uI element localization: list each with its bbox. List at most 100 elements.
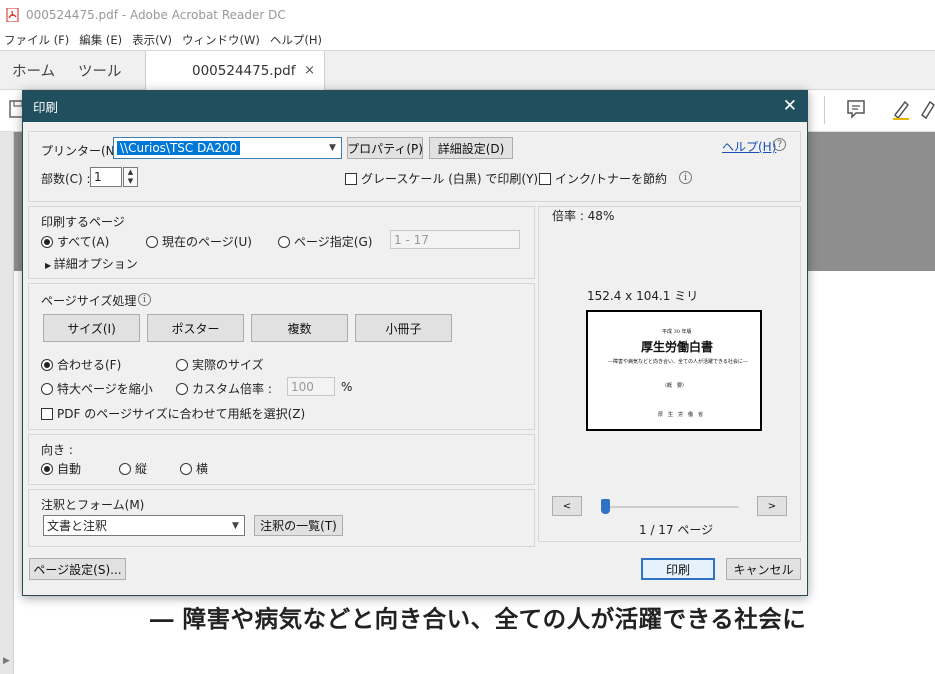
pages-current-radio[interactable]: 現在のページ(U): [146, 233, 252, 250]
preview-page-counter: 1 / 17 ページ: [639, 523, 714, 537]
print-button[interactable]: 印刷: [641, 558, 715, 580]
custom-scale-input[interactable]: 100: [287, 377, 335, 396]
choose-paper-label: PDF のページサイズに合わせて用紙を選択(Z): [57, 407, 306, 421]
printer-selected-value: \\Curios\TSC DA200: [117, 141, 241, 155]
page-range-input[interactable]: 1 - 17: [390, 230, 520, 249]
grayscale-checkbox[interactable]: グレースケール (白黒) で印刷(Y): [345, 170, 538, 187]
comments-forms-heading: 注釈とフォーム(M): [41, 498, 145, 512]
pages-to-print-panel: 印刷するページ すべて(A) 現在のページ(U) ページ指定(G) 1 - 17…: [28, 206, 535, 279]
more-options-label: 詳細オプション: [53, 257, 138, 271]
preview-summary: （概 要）: [662, 383, 688, 389]
comment-icon[interactable]: [845, 98, 867, 120]
copies-label: 部数(C) :: [41, 172, 91, 186]
stepper-up-icon[interactable]: ▲: [124, 168, 137, 177]
radio-dot: [176, 382, 188, 395]
printer-advanced-button[interactable]: 詳細設定(D): [429, 137, 513, 159]
preview-slider-track[interactable]: [601, 506, 739, 508]
chevron-down-icon: ▼: [329, 143, 336, 153]
save-ink-label: インク/トナーを節約: [555, 172, 668, 186]
preview-next-button[interactable]: >: [757, 496, 787, 516]
pages-specify-radio[interactable]: ページ指定(G): [278, 233, 372, 250]
chevron-down-icon: ▼: [232, 520, 239, 531]
preview-panel: 倍率 : 48% 152.4 x 104.1 ミリ 平成 30 年版 厚生労働白…: [538, 206, 801, 542]
checkbox-box: [345, 172, 357, 185]
acrobat-pdf-icon: [6, 8, 19, 22]
preview-dimensions: 152.4 x 104.1 ミリ: [587, 289, 699, 303]
copies-stepper[interactable]: ▲ ▼: [123, 167, 138, 187]
print-dialog-title: 印刷: [33, 100, 59, 115]
highlight-pen-icon[interactable]: [890, 98, 912, 120]
preview-subtitle: ―障害や病気などと向き合い、全ての人が活躍できる社会に―: [608, 359, 748, 365]
menu-edit[interactable]: 編集 (E): [75, 32, 128, 48]
shrink-radio[interactable]: 特大ページを縮小: [41, 380, 153, 397]
orientation-heading: 向き :: [41, 443, 73, 457]
more-options-toggle[interactable]: ▶ 詳細オプション: [45, 255, 138, 272]
radio-dot: [180, 462, 192, 475]
page-sizing-panel: ページサイズ処理 i サイズ(I) ポスター 複数 小冊子 合わせる(F) 実際…: [28, 283, 535, 430]
close-icon[interactable]: ✕: [783, 96, 797, 116]
help-question-icon[interactable]: ?: [773, 138, 786, 151]
preview-doc-title: 厚生労働白書: [641, 340, 714, 354]
custom-scale-radio[interactable]: カスタム倍率 :: [176, 380, 272, 397]
cancel-button[interactable]: キャンセル: [726, 558, 801, 580]
shrink-label: 特大ページを縮小: [57, 382, 153, 396]
tab-document-label: 000524475.pdf: [192, 62, 296, 79]
printer-properties-button[interactable]: プロパティ(P): [347, 137, 423, 159]
menu-file[interactable]: ファイル (F): [0, 32, 75, 48]
custom-scale-label: カスタム倍率 :: [192, 382, 272, 396]
tab-document[interactable]: 000524475.pdf ×: [145, 51, 325, 90]
orientation-landscape-radio[interactable]: 横: [180, 460, 208, 477]
orientation-portrait-label: 縦: [135, 462, 148, 476]
tab-home[interactable]: ホーム: [12, 51, 55, 90]
fit-label: 合わせる(F): [57, 358, 122, 372]
checkbox-box: [539, 172, 551, 185]
menu-help[interactable]: ヘルプ(H): [266, 32, 328, 48]
actual-size-radio[interactable]: 実際のサイズ: [176, 356, 264, 373]
printer-select[interactable]: \\Curios\TSC DA200 ▼: [113, 137, 342, 159]
menu-view[interactable]: 表示(V): [128, 32, 178, 48]
save-ink-checkbox[interactable]: インク/トナーを節約: [539, 170, 667, 187]
toolbar-separator: [824, 96, 825, 124]
info-icon[interactable]: i: [679, 171, 692, 184]
radio-dot: [176, 358, 188, 371]
orientation-portrait-radio[interactable]: 縦: [119, 460, 147, 477]
poster-mode-button[interactable]: ポスター: [147, 314, 244, 342]
radio-dot: [278, 235, 290, 248]
preview-slider-thumb[interactable]: [601, 499, 610, 514]
window-title: 000524475.pdf - Adobe Acrobat Reader DC: [26, 8, 286, 22]
actual-size-label: 実際のサイズ: [192, 358, 264, 372]
print-dialog-titlebar: 印刷 ✕: [23, 91, 807, 122]
preview-scale: 倍率 : 48%: [552, 209, 615, 223]
orientation-auto-radio[interactable]: 自動: [41, 460, 81, 477]
info-icon[interactable]: i: [138, 293, 151, 306]
comments-forms-value: 文書と注釈: [47, 519, 108, 533]
printer-panel: プリンター(N) : \\Curios\TSC DA200 ▼ プロパティ(P)…: [28, 131, 801, 202]
help-link[interactable]: ヘルプ(H): [722, 138, 776, 155]
comments-forms-select[interactable]: 文書と注釈 ▼: [43, 515, 245, 536]
preview-year: 平成 30 年版: [662, 329, 692, 335]
percent-label: %: [341, 380, 353, 394]
page-sizing-heading: ページサイズ処理: [41, 294, 137, 308]
expand-panel-icon[interactable]: ▶: [3, 656, 10, 666]
pages-all-radio[interactable]: すべて(A): [41, 233, 109, 250]
document-visible-text: ― 障害や病気などと向き合い、全ての人が活躍できる社会に: [150, 605, 807, 633]
choose-paper-checkbox[interactable]: PDF のページサイズに合わせて用紙を選択(Z): [41, 405, 305, 422]
tab-tools[interactable]: ツール: [78, 51, 122, 90]
radio-dot: [41, 382, 53, 395]
menu-window[interactable]: ウィンドウ(W): [178, 32, 266, 48]
tab-close-icon[interactable]: ×: [304, 63, 315, 78]
stepper-down-icon[interactable]: ▼: [124, 177, 137, 186]
booklet-mode-button[interactable]: 小冊子: [355, 314, 452, 342]
copies-input[interactable]: 1: [90, 167, 122, 187]
size-mode-button[interactable]: サイズ(I): [43, 314, 140, 342]
summarize-comments-button[interactable]: 注釈の一覧(T): [254, 515, 343, 536]
multiple-mode-button[interactable]: 複数: [251, 314, 348, 342]
radio-dot: [146, 235, 158, 248]
page-setup-button[interactable]: ページ設定(S)...: [29, 558, 126, 580]
sign-icon[interactable]: [920, 98, 935, 120]
pages-all-label: すべて(A): [57, 235, 110, 249]
orientation-panel: 向き : 自動 縦 横: [28, 434, 535, 485]
grayscale-label: グレースケール (白黒) で印刷(Y): [361, 172, 539, 186]
fit-radio[interactable]: 合わせる(F): [41, 356, 121, 373]
preview-prev-button[interactable]: <: [552, 496, 582, 516]
